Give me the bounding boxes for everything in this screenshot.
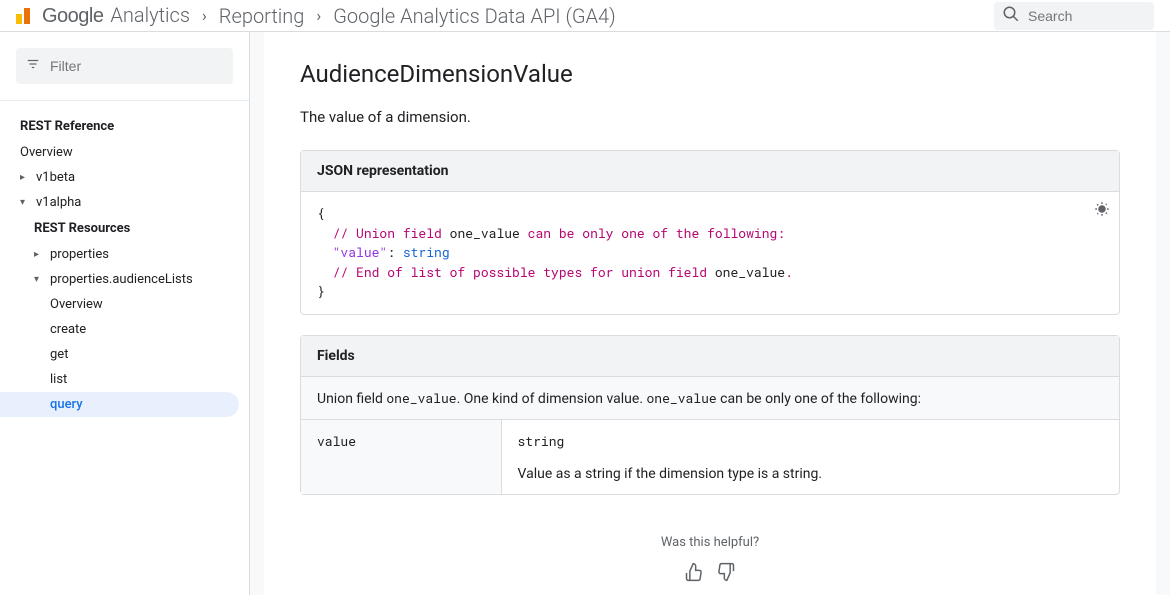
union-field-description: Union field one_value. One kind of dimen… [301, 377, 1119, 419]
breadcrumb: Google Analytics › Reporting › Google An… [16, 3, 616, 28]
theme-toggle-icon[interactable] [1093, 200, 1111, 224]
caret-down-icon [20, 197, 32, 208]
search-input[interactable] [1028, 8, 1146, 24]
search-icon [1002, 5, 1020, 27]
nav-audience-lists[interactable]: properties.audienceLists [0, 267, 249, 292]
feedback-question: Was this helpful? [300, 535, 1120, 550]
filter-icon [26, 57, 40, 75]
page-title: AudienceDimensionValue [300, 60, 1120, 88]
brand-name[interactable]: Google Analytics [42, 3, 190, 28]
field-name: value [317, 432, 356, 450]
caret-right-icon [20, 172, 32, 183]
main-content: AudienceDimensionValue The value of a di… [250, 32, 1170, 595]
field-description: Value as a string if the dimension type … [518, 466, 1104, 482]
sidebar: REST Reference Overview v1beta v1alpha R… [0, 32, 250, 595]
filter-container[interactable] [16, 48, 233, 84]
nav-v1alpha[interactable]: v1alpha [0, 190, 249, 215]
thumbs-down-button[interactable] [716, 562, 736, 586]
json-box-header: JSON representation [301, 151, 1119, 192]
caret-down-icon [34, 274, 46, 285]
nav-audience-create[interactable]: create [0, 317, 249, 342]
caret-right-icon [34, 249, 46, 260]
nav-audience-list[interactable]: list [0, 367, 249, 392]
table-row: value string Value as a string if the di… [301, 419, 1119, 494]
page-description: The value of a dimension. [300, 108, 1120, 126]
nav-audience-overview[interactable]: Overview [0, 292, 249, 317]
chevron-right-icon: › [202, 6, 207, 25]
filter-input[interactable] [50, 58, 223, 74]
nav-v1beta[interactable]: v1beta [0, 165, 249, 190]
chevron-right-icon: › [316, 6, 321, 25]
code-block: { // Union field one_value can be only o… [301, 192, 1119, 314]
feedback-section: Was this helpful? [300, 535, 1120, 586]
thumbs-up-button[interactable] [684, 562, 704, 586]
json-representation-box: JSON representation { // Union field one… [300, 150, 1120, 315]
nav-overview[interactable]: Overview [0, 140, 249, 165]
analytics-logo-icon [16, 8, 30, 24]
fields-header: Fields [301, 336, 1119, 377]
nav-rest-resources: REST Resources [0, 215, 249, 242]
nav-section-rest-reference: REST Reference [0, 113, 249, 140]
nav-audience-query[interactable]: query [0, 392, 239, 417]
header: Google Analytics › Reporting › Google An… [0, 0, 1170, 32]
breadcrumb-reporting[interactable]: Reporting [219, 4, 305, 28]
breadcrumb-api[interactable]: Google Analytics Data API (GA4) [333, 4, 615, 28]
search-container[interactable] [994, 2, 1154, 30]
nav-properties[interactable]: properties [0, 242, 249, 267]
field-type: string [518, 432, 1104, 450]
nav-audience-get[interactable]: get [0, 342, 249, 367]
fields-box: Fields Union field one_value. One kind o… [300, 335, 1120, 495]
